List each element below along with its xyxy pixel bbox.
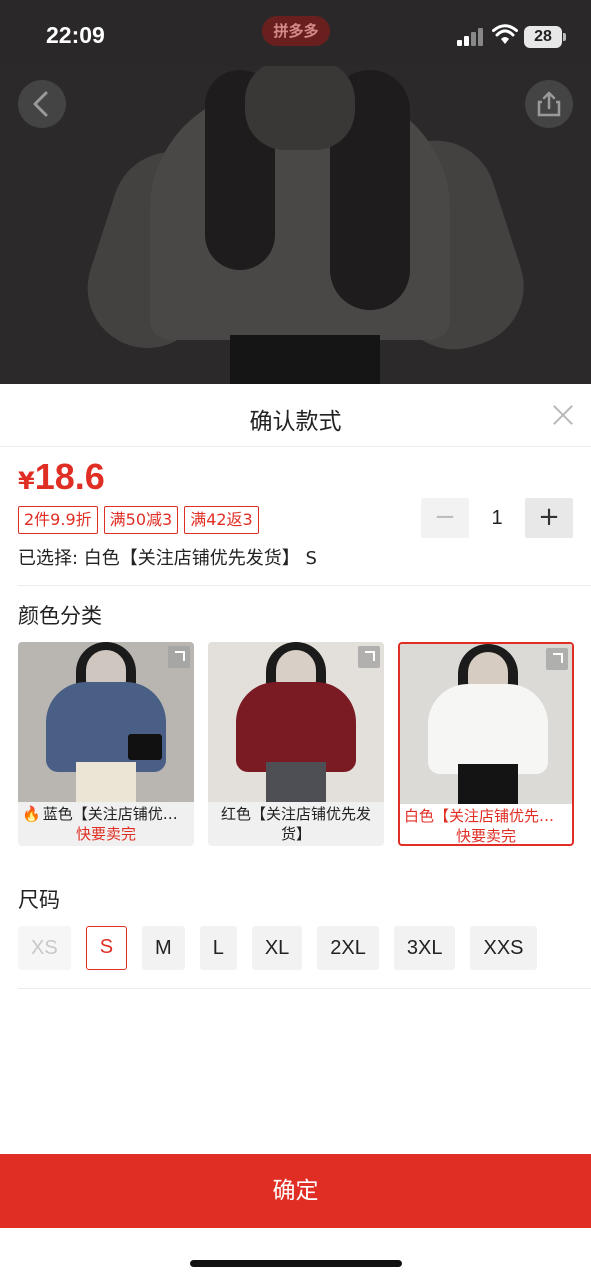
size-option-xxs[interactable]: XXS <box>470 926 537 970</box>
promo-tag: 满50减3 <box>103 506 179 534</box>
color-options: 🔥蓝色【关注店铺优先发货】 快要卖完 红色【关注店铺优先发货】 <box>18 642 574 848</box>
size-option-s[interactable]: S <box>85 926 128 970</box>
color-option-white[interactable]: 白色【关注店铺优先发货】 快要卖完 <box>398 642 574 846</box>
divider <box>18 585 591 586</box>
color-option-blue[interactable]: 🔥蓝色【关注店铺优先发货】 快要卖完 <box>18 642 194 846</box>
size-option-xs[interactable]: XS <box>18 926 71 970</box>
size-option-l[interactable]: L <box>199 926 237 970</box>
selected-summary: 已选择: 白色【关注店铺优先发货】 S <box>18 548 317 569</box>
divider <box>0 446 591 447</box>
close-icon[interactable] <box>550 402 576 428</box>
price-value: 18.6 <box>34 456 105 497</box>
share-icon <box>537 91 561 117</box>
promo-tag: 满42返3 <box>184 506 259 534</box>
size-option-2xl[interactable]: 2XL <box>317 926 379 970</box>
color-option-label: 红色【关注店铺优先发货】 <box>220 805 371 843</box>
color-option-stock: 快要卖完 <box>75 825 136 843</box>
price: ¥18.6 <box>18 456 105 498</box>
home-indicator <box>190 1260 402 1267</box>
expand-icon[interactable] <box>358 646 380 668</box>
app-logo: 拼多多 <box>262 16 330 46</box>
status-time: 22:09 <box>46 22 105 48</box>
sku-selection-sheet: 确认款式 ¥18.6 2件9.9折 满50减3 满42返3 − 1 + 已选择:… <box>0 384 591 1280</box>
color-section-title: 颜色分类 <box>18 604 102 628</box>
quantity-stepper: − 1 + <box>421 498 573 538</box>
color-option-red[interactable]: 红色【关注店铺优先发货】 <box>208 642 384 846</box>
promo-tag: 2件9.9折 <box>18 506 98 534</box>
divider <box>18 988 591 989</box>
quantity-plus-button[interactable]: + <box>525 498 573 538</box>
wifi-icon <box>492 24 518 44</box>
battery-icon: 28 <box>524 26 566 48</box>
price-currency: ¥ <box>18 467 35 495</box>
size-option-m[interactable]: M <box>142 926 185 970</box>
expand-icon[interactable] <box>168 646 190 668</box>
promo-tags: 2件9.9折 满50减3 满42返3 <box>18 506 259 534</box>
color-option-label: 蓝色【关注店铺优先发货】 <box>42 805 190 823</box>
size-section-title: 尺码 <box>18 888 60 912</box>
quantity-value[interactable]: 1 <box>469 507 525 530</box>
status-bar: 22:09 拼多多 28 <box>0 0 591 66</box>
confirm-button[interactable]: 确定 <box>0 1154 591 1228</box>
flame-icon: 🔥 <box>22 805 41 823</box>
sheet-title: 确认款式 <box>249 409 342 435</box>
back-button[interactable] <box>18 80 66 128</box>
size-option-xl[interactable]: XL <box>251 926 303 970</box>
chevron-left-icon <box>33 91 48 117</box>
color-option-stock: 快要卖完 <box>455 827 516 845</box>
signal-icon <box>457 28 487 46</box>
expand-icon[interactable] <box>546 648 568 670</box>
size-option-3xl[interactable]: 3XL <box>393 926 456 970</box>
size-options: XS S M L XL 2XL 3XL XXS <box>18 926 537 970</box>
share-button[interactable] <box>525 80 573 128</box>
quantity-minus-button[interactable]: − <box>421 498 469 538</box>
color-option-label: 白色【关注店铺优先发货】 <box>404 807 568 825</box>
